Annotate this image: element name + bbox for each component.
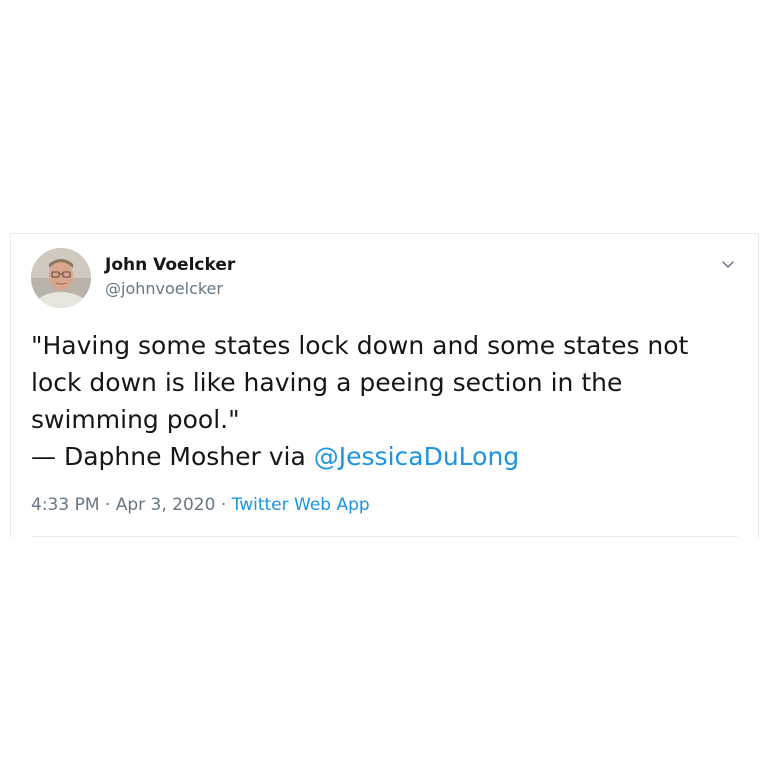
more-options-button[interactable] (718, 254, 738, 274)
tweet-text-line: — Daphne Mosher via @JessicaDuLong (31, 438, 731, 475)
meta-separator: · (215, 495, 232, 515)
tweet-text-line: swimming pool." (31, 405, 240, 434)
display-name[interactable]: John Voelcker (105, 254, 235, 276)
user-handle[interactable]: @johnvoelcker (105, 278, 235, 300)
tweet-card: John Voelcker @johnvoelcker "Having some… (10, 233, 759, 538)
meta-separator: · (99, 495, 116, 515)
tweet-text: "Having some states lock down and some s… (31, 327, 731, 475)
mention-link[interactable]: @JessicaDuLong (314, 442, 519, 471)
chevron-down-icon (722, 261, 734, 268)
tweet-text-line: lock down is like having a peeing sectio… (31, 368, 623, 397)
divider (31, 536, 738, 537)
avatar[interactable] (31, 248, 91, 308)
avatar-image (31, 248, 91, 308)
user-info: John Voelcker @johnvoelcker (105, 254, 235, 300)
source-link[interactable]: Twitter Web App (232, 495, 370, 515)
tweet-date[interactable]: Apr 3, 2020 (116, 495, 216, 515)
tweet-time[interactable]: 4:33 PM (31, 495, 100, 515)
tweet-text-line: "Having some states lock down and some s… (31, 331, 689, 360)
attribution-text: — Daphne Mosher via (31, 442, 314, 471)
tweet-meta: 4:33 PM · Apr 3, 2020 · Twitter Web App (31, 494, 370, 516)
